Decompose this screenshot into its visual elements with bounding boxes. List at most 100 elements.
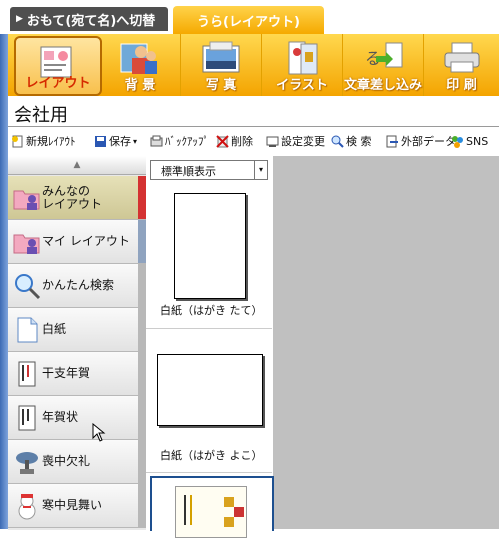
toolbar-label: 印 刷 [446, 78, 477, 93]
sidebar-item-eto-nenga[interactable]: 干支年賀 [8, 352, 146, 396]
toolbar-label: 文章差し込み [343, 78, 422, 93]
sidebar-item-label: 年賀状 [42, 410, 79, 424]
sidebar-item-label: 白紙 [42, 322, 67, 336]
sidebar-item-nengajo[interactable]: 年賀状 [8, 396, 146, 440]
thumbnail-caption: 白紙（はがき よこ） [160, 449, 263, 462]
tab-back-label: うら(レイアウト) [197, 14, 300, 30]
action-bar: 新規ﾚｲｱｳﾄ 保存 ▾ ﾊﾞｯｸｱｯﾌﾟ 削除 設定変更 検 索 外部データ S… [8, 127, 499, 154]
toolbar-label: レイアウト [25, 76, 91, 91]
toolbar-background-button[interactable]: 背 景 [100, 34, 181, 96]
sidebar-item-everyone-layout[interactable]: みんなの レイアウト [8, 176, 146, 220]
action-label: 削除 [231, 135, 253, 148]
settings-icon [266, 135, 279, 148]
magnifier-icon [15, 274, 41, 300]
action-label: 設定変更 [281, 135, 325, 148]
action-label: 検 索 [346, 135, 372, 148]
illustration-icon [288, 41, 318, 75]
sidebar-item-label: 喪中欠礼 [42, 454, 91, 468]
window-edge [0, 34, 8, 529]
toolbar-print-button[interactable]: 印 刷 [424, 34, 499, 96]
photo-icon [202, 41, 240, 73]
card-icon [18, 405, 36, 431]
thumbnail-text-line [190, 495, 192, 525]
sidebar-item-label: かんたん検索 [42, 278, 115, 292]
toolbar-label: イラスト [276, 78, 328, 93]
blank-page-icon [17, 317, 38, 343]
folder-people-icon [13, 234, 40, 254]
sidebar-item-kanchu[interactable]: 寒中見舞い [8, 484, 146, 528]
selection-marker [138, 176, 146, 219]
save-icon [94, 135, 107, 148]
thumbnail-decoration [224, 517, 234, 527]
sidebar-item-tab [138, 220, 146, 263]
sidebar-item-label: 干支年賀 [42, 366, 91, 380]
sns-icon [451, 135, 464, 148]
sns-button[interactable]: SNS [451, 132, 488, 150]
new-layout-button[interactable]: 新規ﾚｲｱｳﾄ [11, 132, 76, 150]
settings-button[interactable]: 設定変更 [266, 132, 325, 150]
external-data-button[interactable]: 外部データ [386, 132, 456, 150]
action-label: 保存 [109, 135, 131, 148]
toolbar-layout-button[interactable]: レイアウト [14, 36, 102, 96]
preview-area [273, 156, 499, 529]
background-people-icon [120, 43, 157, 74]
delete-icon [216, 134, 229, 148]
action-label: ﾊﾞｯｸｱｯﾌﾟ [165, 135, 209, 148]
toolbar-label: 写 真 [205, 78, 237, 93]
play-arrow-icon: ▶ [16, 14, 23, 24]
sidebar-item-label: みんなの レイアウト [42, 183, 103, 211]
sidebar-item-label: 寒中見舞い [42, 498, 103, 512]
text-insert-icon: る [365, 42, 403, 68]
printer-icon [444, 42, 479, 73]
sort-dropdown[interactable]: 標準順表示 ▾ [150, 160, 268, 180]
tab-front-address[interactable]: ▶ おもて(宛て名)へ切替 [10, 7, 168, 31]
sidebar-item-label: マイ レイアウト [42, 234, 130, 248]
new-layout-icon [11, 135, 24, 148]
bonsai-icon [16, 452, 38, 474]
toolbar-label: 背 景 [124, 78, 156, 93]
search-icon [331, 135, 344, 148]
layout-thumbnail-selected[interactable] [150, 476, 274, 538]
mouse-cursor-icon [92, 423, 106, 442]
search-button[interactable]: 検 索 [331, 132, 372, 150]
layout-thumbnail-blank-landscape[interactable]: 白紙（はがき よこ） [146, 330, 272, 473]
thumbnail-decoration [224, 497, 234, 507]
thumbnail-preview [174, 193, 246, 299]
sort-value: 標準順表示 [161, 165, 216, 178]
sidebar-item-my-layout[interactable]: マイ レイアウト [8, 220, 146, 264]
thumbnail-caption: 白紙（はがき たて） [160, 304, 263, 317]
sidebar-item-tab [138, 352, 146, 395]
tab-back-layout[interactable]: うら(レイアウト) [173, 6, 324, 34]
external-data-icon [386, 135, 399, 148]
sidebar-item-tab [138, 264, 146, 307]
page-title: 会社用 [14, 105, 68, 126]
main-toolbar: レイアウト 背 景 写 真 イラスト る 文章差し込み 印 刷 [8, 34, 499, 96]
sidebar-item-tab [138, 484, 146, 527]
snowman-icon [18, 494, 36, 520]
chevron-down-icon: ▾ [254, 161, 267, 179]
sidebar-scroll-up[interactable]: ▲ [8, 156, 146, 175]
layout-thumbnail-blank-portrait[interactable]: 白紙（はがき たて） [146, 184, 272, 329]
thumbnail-decoration [234, 507, 244, 517]
delete-button[interactable]: 削除 [216, 132, 253, 150]
sidebar-item-mochu[interactable]: 喪中欠礼 [8, 440, 146, 484]
toolbar-text-insert-button[interactable]: る 文章差し込み [343, 34, 424, 96]
backup-icon [150, 135, 163, 148]
card-icon [18, 361, 36, 387]
thumbnail-text-line [184, 495, 186, 525]
thumbnail-preview [175, 486, 247, 538]
save-button[interactable]: 保存 ▾ [94, 132, 137, 150]
tab-front-label: おもて(宛て名)へ切替 [26, 13, 156, 29]
toolbar-illustration-button[interactable]: イラスト [262, 34, 343, 96]
thumbnail-preview [157, 354, 263, 426]
sidebar-item-blank[interactable]: 白紙 [8, 308, 146, 352]
action-label: SNS [466, 134, 489, 148]
folder-people-icon [13, 190, 40, 210]
sidebar-item-tab [138, 440, 146, 483]
action-label: 新規ﾚｲｱｳﾄ [26, 135, 76, 148]
toolbar-photo-button[interactable]: 写 真 [181, 34, 262, 96]
backup-button[interactable]: ﾊﾞｯｸｱｯﾌﾟ [150, 132, 209, 150]
sidebar-item-tab [138, 396, 146, 439]
action-label: 外部データ [401, 135, 456, 148]
sidebar-item-easy-search[interactable]: かんたん検索 [8, 264, 146, 308]
